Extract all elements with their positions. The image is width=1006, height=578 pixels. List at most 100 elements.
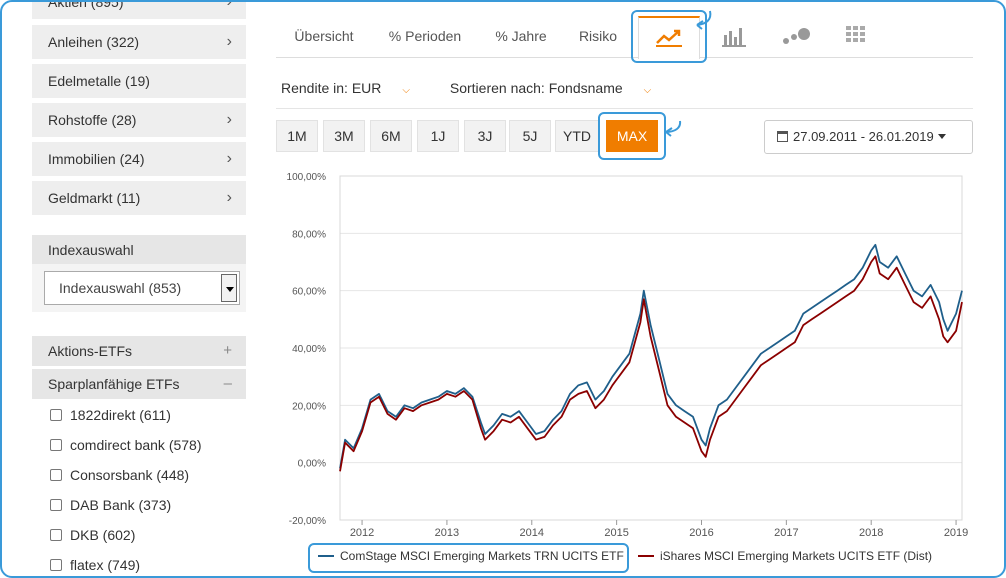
date-range-value: 27.09.2011 - 26.01.2019 bbox=[793, 129, 934, 144]
scatter-chart-icon bbox=[783, 28, 810, 44]
tab-scatter[interactable] bbox=[774, 16, 818, 58]
sidebar-item-rohstoffe[interactable]: Rohstoffe (28) › bbox=[32, 103, 246, 137]
pointer-arrow-icon bbox=[696, 10, 712, 30]
index-select-value: Indexauswahl (853) bbox=[59, 280, 182, 296]
sidebar-item-geldmarkt[interactable]: Geldmarkt (11) › bbox=[32, 181, 246, 215]
y-tick-label: -20,00% bbox=[289, 516, 326, 527]
chevron-right-icon: › bbox=[226, 111, 232, 128]
chart-grid bbox=[339, 175, 963, 521]
range-3m-button[interactable]: 3M bbox=[323, 120, 365, 152]
aktions-etfs-label: Aktions-ETFs bbox=[48, 343, 133, 359]
chevron-down-icon: ⌵ bbox=[402, 85, 410, 96]
x-tick-label: 2019 bbox=[944, 527, 968, 539]
checkbox[interactable] bbox=[50, 469, 62, 481]
sidebar-item-immobilien[interactable]: Immobilien (24) › bbox=[32, 142, 246, 176]
sort-dropdown[interactable]: Sortieren nach: Fondsname ⌵ bbox=[450, 80, 669, 96]
plus-icon: + bbox=[223, 342, 232, 359]
sidebar-item-label: Aktien (895) bbox=[48, 0, 124, 10]
sidebar-item-label: Rohstoffe (28) bbox=[48, 112, 137, 128]
checkbox[interactable] bbox=[50, 409, 62, 421]
broker-checkbox-row[interactable]: DAB Bank (373) bbox=[50, 495, 171, 515]
chevron-right-icon: › bbox=[226, 150, 232, 167]
filter-bar: Rendite in: EUR ⌵ Sortieren nach: Fondsna… bbox=[281, 80, 687, 96]
sidebar-item-label: Edelmetalle (19) bbox=[48, 73, 150, 89]
y-tick-label: 80,00% bbox=[292, 229, 326, 240]
chevron-right-icon: › bbox=[226, 33, 232, 50]
tab-grid[interactable] bbox=[836, 16, 880, 58]
broker-checkbox-row[interactable]: comdirect bank (578) bbox=[50, 435, 202, 455]
tab-jahre[interactable]: % Jahre bbox=[486, 16, 556, 58]
tab-uebersicht[interactable]: Übersicht bbox=[284, 16, 364, 58]
range-1j-button[interactable]: 1J bbox=[417, 120, 459, 152]
broker-label: DKB (602) bbox=[70, 527, 136, 543]
x-tick-label: 2017 bbox=[774, 527, 798, 539]
chart-series bbox=[339, 243, 963, 472]
legend-item-series1[interactable]: ComStage MSCI Emerging Markets TRN UCITS… bbox=[318, 542, 624, 570]
series-line-2 bbox=[339, 255, 963, 472]
chevron-right-icon: › bbox=[226, 0, 232, 10]
caret-down-icon bbox=[937, 134, 946, 139]
x-tick-label: 2018 bbox=[859, 527, 883, 539]
range-ytd-button[interactable]: YTD bbox=[555, 120, 599, 152]
grid-table-icon bbox=[846, 26, 865, 42]
sidebar-item-aktien[interactable]: Aktien (895) › bbox=[32, 0, 246, 19]
legend-swatch bbox=[318, 555, 334, 557]
sidebar-item-anleihen[interactable]: Anleihen (322) › bbox=[32, 25, 246, 59]
pointer-arrow-icon bbox=[665, 120, 682, 137]
sparplan-header[interactable]: Sparplanfähige ETFs – bbox=[32, 369, 246, 399]
index-select[interactable]: Indexauswahl (853) bbox=[44, 271, 240, 305]
tab-risiko[interactable]: Risiko bbox=[570, 16, 626, 58]
checkbox[interactable] bbox=[50, 439, 62, 451]
broker-checkbox-row[interactable]: 1822direkt (611) bbox=[50, 405, 171, 425]
x-tick-label: 2013 bbox=[435, 527, 459, 539]
broker-checkbox-row[interactable]: flatex (749) bbox=[50, 555, 140, 575]
range-5j-button[interactable]: 5J bbox=[509, 120, 551, 152]
y-tick-label: 20,00% bbox=[292, 401, 326, 412]
tab-perioden[interactable]: % Perioden bbox=[378, 16, 472, 58]
rendite-label: Rendite in: EUR bbox=[281, 80, 382, 96]
x-tick-label: 2012 bbox=[350, 527, 374, 539]
range-6m-button[interactable]: 6M bbox=[370, 120, 412, 152]
broker-label: 1822direkt (611) bbox=[70, 407, 171, 423]
divider bbox=[276, 108, 973, 109]
dropdown-arrow-icon[interactable] bbox=[221, 274, 237, 302]
sidebar-item-label: Geldmarkt (11) bbox=[48, 190, 141, 206]
y-axis-ticks: 100,00% 80,00% 60,00% 40,00% 20,00% 0,00% -20,… bbox=[287, 172, 327, 527]
sidebar: Aktien (895) › Anleihen (322) › Edelmetall… bbox=[32, 0, 246, 576]
sidebar-item-edelmetalle[interactable]: Edelmetalle (19) bbox=[32, 64, 246, 98]
date-range-picker[interactable]: 27.09.2011 - 26.01.2019 bbox=[764, 120, 973, 154]
checkbox[interactable] bbox=[50, 559, 62, 571]
legend-label: ComStage MSCI Emerging Markets TRN UCITS… bbox=[340, 549, 624, 563]
checkbox[interactable] bbox=[50, 499, 62, 511]
series-line-1 bbox=[339, 243, 963, 469]
broker-checkbox-row[interactable]: DKB (602) bbox=[50, 525, 135, 545]
y-tick-label: 0,00% bbox=[298, 459, 326, 470]
aktions-etfs-header[interactable]: Aktions-ETFs + bbox=[32, 336, 246, 366]
legend-item-series2[interactable]: iShares MSCI Emerging Markets UCITS ETF … bbox=[638, 542, 932, 570]
broker-label: comdirect bank (578) bbox=[70, 437, 202, 453]
range-3j-button[interactable]: 3J bbox=[464, 120, 506, 152]
broker-label: DAB Bank (373) bbox=[70, 497, 172, 513]
y-tick-label: 100,00% bbox=[287, 172, 327, 183]
broker-checkbox-row[interactable]: Consorsbank (448) bbox=[50, 465, 189, 485]
x-tick-label: 2014 bbox=[520, 527, 544, 539]
chevron-right-icon: › bbox=[226, 189, 232, 206]
sidebar-item-label: Anleihen (322) bbox=[48, 34, 140, 50]
x-axis-ticks: 2012 2013 2014 2015 2016 2017 2018 2019 bbox=[350, 520, 968, 539]
bar-chart-icon bbox=[722, 28, 746, 47]
y-tick-label: 60,00% bbox=[292, 287, 326, 298]
chevron-down-icon: ⌵ bbox=[643, 85, 652, 96]
calendar-icon bbox=[777, 131, 788, 142]
chart-tabs: Übersicht % Perioden % Jahre Risiko bbox=[276, 16, 973, 59]
y-tick-label: 40,00% bbox=[292, 344, 326, 355]
x-tick-label: 2016 bbox=[689, 527, 713, 539]
broker-label: Consorsbank (448) bbox=[70, 467, 190, 483]
legend-label: iShares MSCI Emerging Markets UCITS ETF … bbox=[660, 549, 933, 563]
rendite-dropdown[interactable]: Rendite in: EUR ⌵ bbox=[281, 80, 428, 96]
checkbox[interactable] bbox=[50, 529, 62, 541]
x-tick-label: 2015 bbox=[604, 527, 628, 539]
performance-chart: 100,00% 80,00% 60,00% 40,00% 20,00% 0,00% -20,… bbox=[287, 172, 969, 539]
range-1m-button[interactable]: 1M bbox=[276, 120, 318, 152]
broker-label: flatex (749) bbox=[70, 557, 141, 573]
app-frame: Aktien (895) › Anleihen (322) › Edelmetall… bbox=[0, 0, 1006, 578]
